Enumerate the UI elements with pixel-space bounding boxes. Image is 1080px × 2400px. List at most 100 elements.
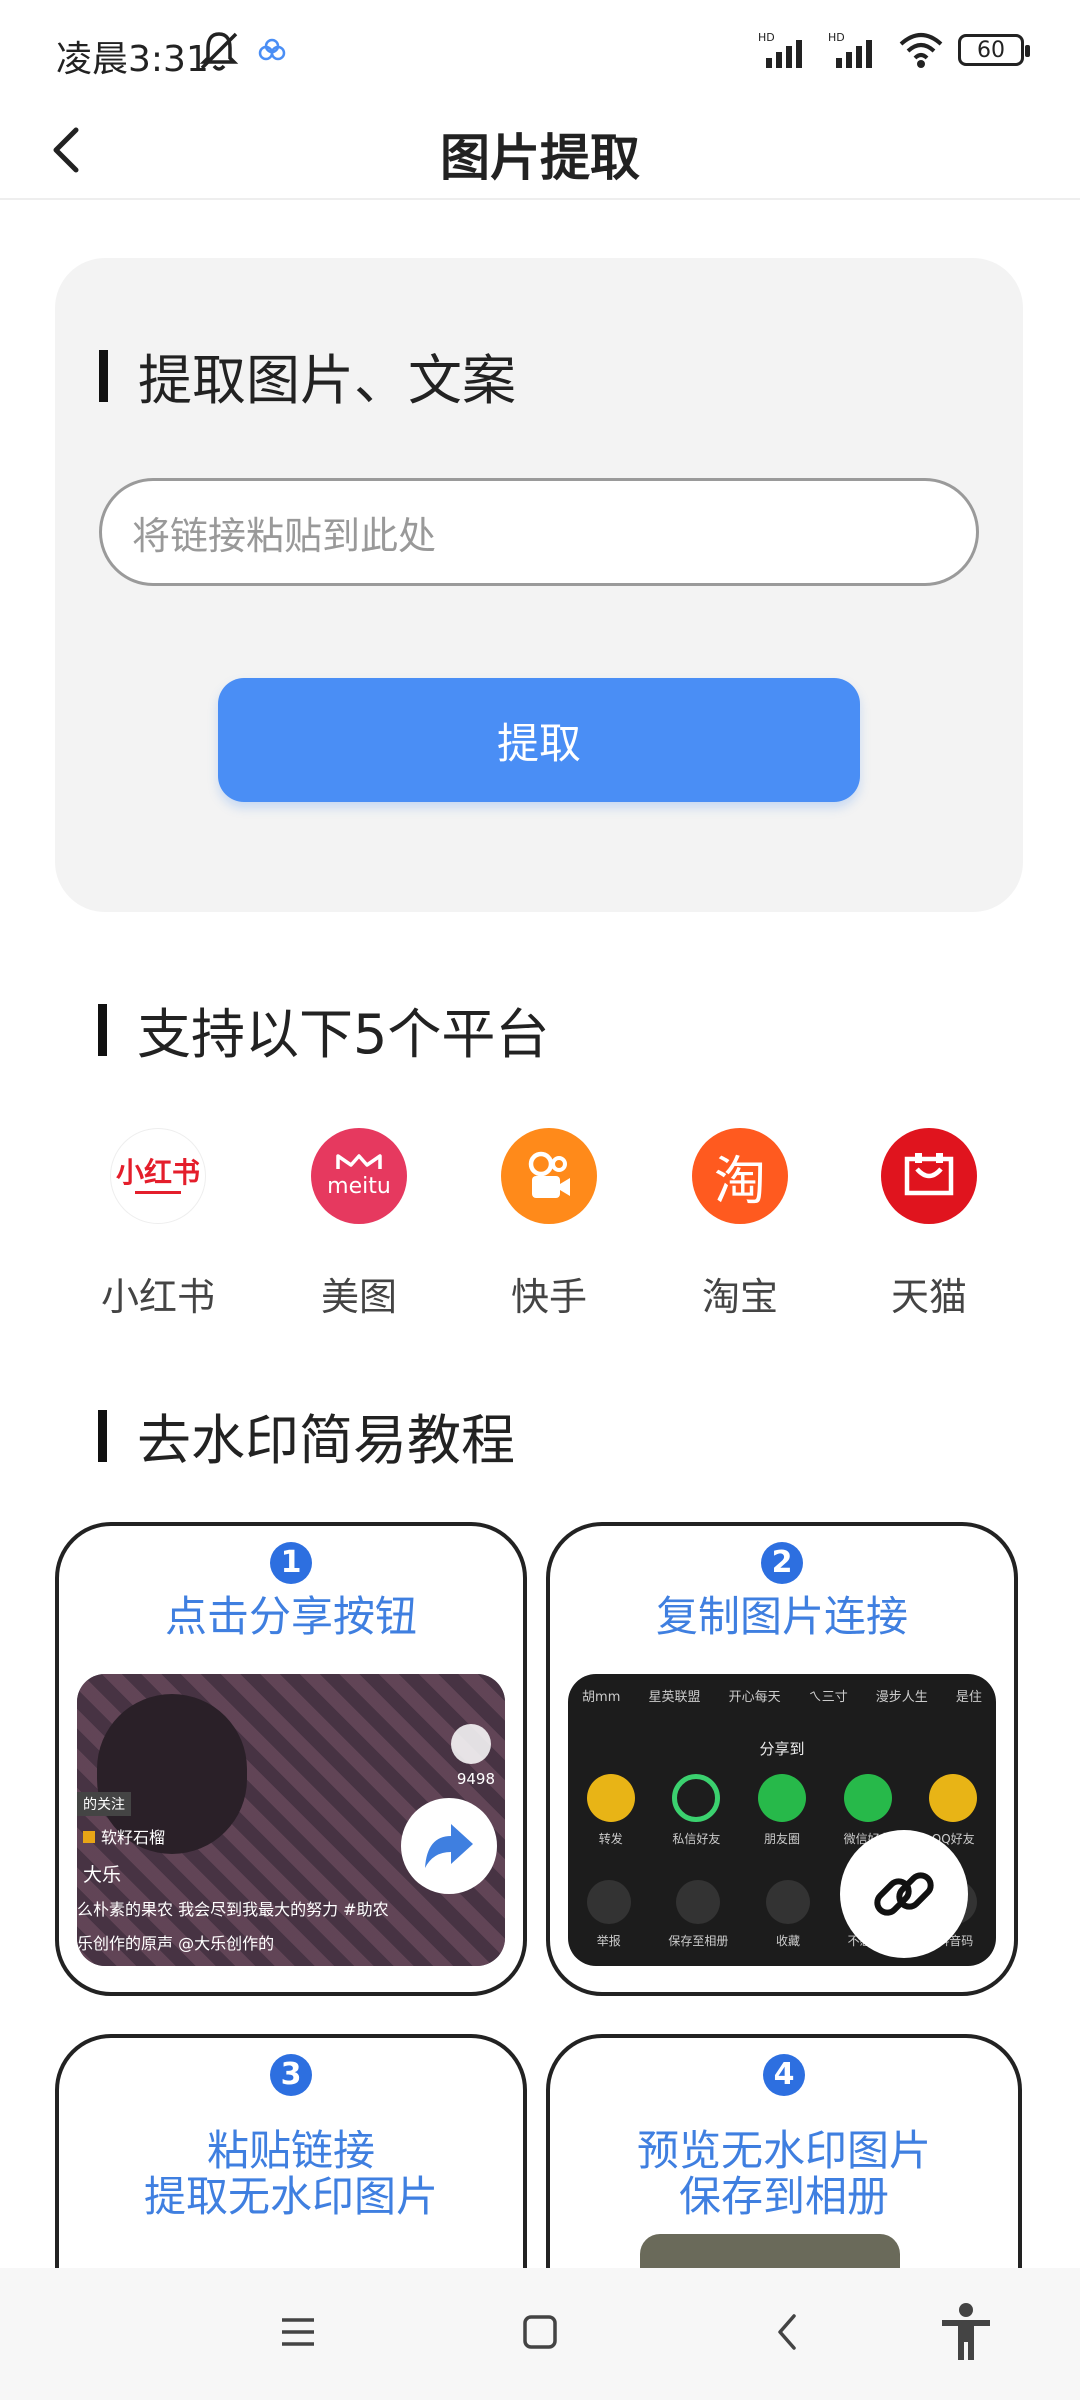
platform-label: 淘宝	[701, 1275, 778, 1319]
taobao-logo-icon: 淘	[692, 1128, 788, 1224]
action-label: 举报	[596, 1934, 621, 1948]
link-input[interactable]: 将链接粘贴到此处	[99, 478, 979, 586]
contact-name: 漫步人生	[875, 1690, 928, 1705]
download-icon	[676, 1880, 721, 1924]
svg-text:HD: HD	[758, 31, 775, 44]
action-favorite: 收藏	[766, 1880, 810, 1949]
platform-taobao[interactable]: 淘 淘宝	[645, 1128, 835, 1321]
platform-xiaohongshu[interactable]: 小红书 小红书	[63, 1128, 253, 1321]
share-target-qq: QQ好友	[929, 1774, 978, 1847]
system-back-icon[interactable]	[768, 2312, 808, 2352]
share-target-moments: 朋友圈	[758, 1774, 806, 1847]
kuaishou-logo-icon	[501, 1128, 597, 1224]
meitu-logo-mark	[336, 1154, 382, 1169]
platform-label: 快手	[510, 1275, 587, 1319]
accessibility-icon[interactable]	[938, 2302, 994, 2362]
qq-icon	[929, 1774, 978, 1822]
follow-tag: 的关注	[77, 1792, 131, 1816]
username: 大乐	[83, 1864, 122, 1886]
platform-label: 天猫	[890, 1275, 967, 1319]
star-icon	[766, 1880, 810, 1924]
action-label: 保存至相册	[668, 1934, 729, 1948]
action-save: 保存至相册	[668, 1880, 728, 1949]
title-bar-accent	[98, 1003, 107, 1056]
tmall-logo-icon	[881, 1128, 977, 1224]
header: 图片提取	[0, 100, 1080, 200]
title-bar-accent	[98, 1409, 107, 1462]
platform-meitu[interactable]: meitu 美图	[264, 1128, 454, 1321]
menu-icon[interactable]	[278, 2312, 318, 2352]
comment-icon	[451, 1724, 491, 1764]
link-input-placeholder: 将链接粘贴到此处	[132, 513, 437, 558]
platform-kuaishou[interactable]: 快手	[454, 1128, 644, 1321]
extract-button-label: 提取	[496, 718, 581, 768]
extract-section-title: 提取图片、文案	[99, 336, 516, 415]
cloud-icon	[258, 38, 286, 61]
platform-label: 小红书	[100, 1275, 215, 1319]
battery-level: 60	[977, 37, 1005, 63]
wechat-icon	[843, 1774, 892, 1822]
step-title-line-2: 提取无水印图片	[143, 2172, 438, 2221]
platform-label: 美图	[320, 1275, 397, 1319]
step-1-screenshot: 9498 的关注 软籽石榴 大乐 么朴素的果农 我会尽到我最大的努力 #助农 乐…	[77, 1674, 505, 1966]
extract-button[interactable]: 提取	[218, 678, 860, 802]
step-number-badge: 1	[270, 1542, 312, 1584]
forward-icon	[586, 1774, 635, 1822]
video-caption: 么朴素的果农 我会尽到我最大的努力 #助农	[77, 1900, 389, 1919]
comment-count: 9498	[456, 1770, 495, 1788]
extract-section-title-text: 提取图片、文案	[138, 349, 516, 412]
moments-icon	[758, 1774, 806, 1822]
author-line: 软籽石榴	[83, 1824, 165, 1848]
action-report: 举报	[586, 1880, 631, 1949]
action-label: 收藏	[775, 1934, 800, 1948]
step-title: 复制图片连接	[655, 1592, 908, 1641]
share-target-forward: 转发	[586, 1774, 635, 1847]
xiaohongshu-logo-icon: 小红书	[110, 1128, 206, 1224]
tutorial-step-2: 2 复制图片连接 胡mm 星英联盟 开心每天 ㄟ三寸 漫步人生 是住 分享到 转…	[546, 1522, 1018, 1996]
xiaohongshu-logo-underline	[134, 1191, 181, 1194]
share-target-label: 转发	[598, 1832, 623, 1846]
link-icon	[840, 1830, 968, 1958]
author-name: 软籽石榴	[101, 1828, 166, 1847]
meitu-logo-text: meitu	[327, 1174, 391, 1199]
step-title-line-1: 粘贴链接	[206, 2126, 375, 2175]
tutorial-step-1: 1 点击分享按钮 9498 的关注 软籽石榴 大乐 么朴素的果农 我会尽到我最大…	[55, 1522, 527, 1996]
step-number-badge: 4	[763, 2054, 805, 2096]
step-number-badge: 2	[761, 1542, 803, 1584]
platforms-section-title-text: 支持以下5个平台	[137, 1003, 550, 1066]
xiaohongshu-logo-text: 小红书	[115, 1156, 200, 1189]
battery-indicator: 60	[958, 34, 1030, 66]
mute-icon	[199, 32, 239, 71]
system-nav-bar	[0, 2268, 1080, 2400]
tutorial-section-title-text: 去水印简易教程	[137, 1409, 515, 1472]
wifi-icon	[899, 33, 943, 68]
step-title: 点击分享按钮	[164, 1592, 417, 1641]
step-title-line-1: 预览无水印图片	[636, 2126, 931, 2175]
home-icon[interactable]	[520, 2312, 560, 2352]
contact-name: ㄟ三寸	[808, 1690, 848, 1705]
contact-names-row: 胡mm 星英联盟 开心每天 ㄟ三寸 漫步人生 是住	[568, 1686, 996, 1705]
report-icon	[586, 1880, 631, 1924]
platforms-section-title: 支持以下5个平台	[98, 990, 549, 1069]
status-time: 凌晨3:31	[56, 39, 209, 80]
share-target-label: 私信好友	[672, 1832, 721, 1846]
extract-card: 提取图片、文案 将链接粘贴到此处 提取	[55, 258, 1023, 912]
share-target-label: 朋友圈	[763, 1832, 800, 1846]
step-title: 预览无水印图片 保存到相册	[550, 2128, 1018, 2220]
music-credit: 乐创作的原声 @大乐创作的	[77, 1934, 275, 1953]
meitu-logo-icon: meitu	[311, 1128, 407, 1224]
page-title: 图片提取	[440, 129, 640, 187]
contact-name: 胡mm	[582, 1690, 621, 1705]
svg-text:HD: HD	[828, 31, 845, 44]
contact-name: 是住	[955, 1690, 982, 1705]
share-target-dm: 私信好友	[672, 1774, 720, 1847]
contact-name: 星英联盟	[648, 1690, 701, 1705]
signal-icon-2: HD	[828, 31, 872, 68]
step-title: 粘贴链接 提取无水印图片	[59, 2128, 523, 2220]
author-badge-icon	[83, 1831, 95, 1843]
share-icon	[401, 1798, 497, 1894]
platform-tmall[interactable]: 天猫	[834, 1128, 1024, 1321]
step-title-line-2: 保存到相册	[678, 2172, 889, 2221]
step-number-badge: 3	[270, 2054, 312, 2096]
taobao-logo-text: 淘	[713, 1151, 766, 1212]
